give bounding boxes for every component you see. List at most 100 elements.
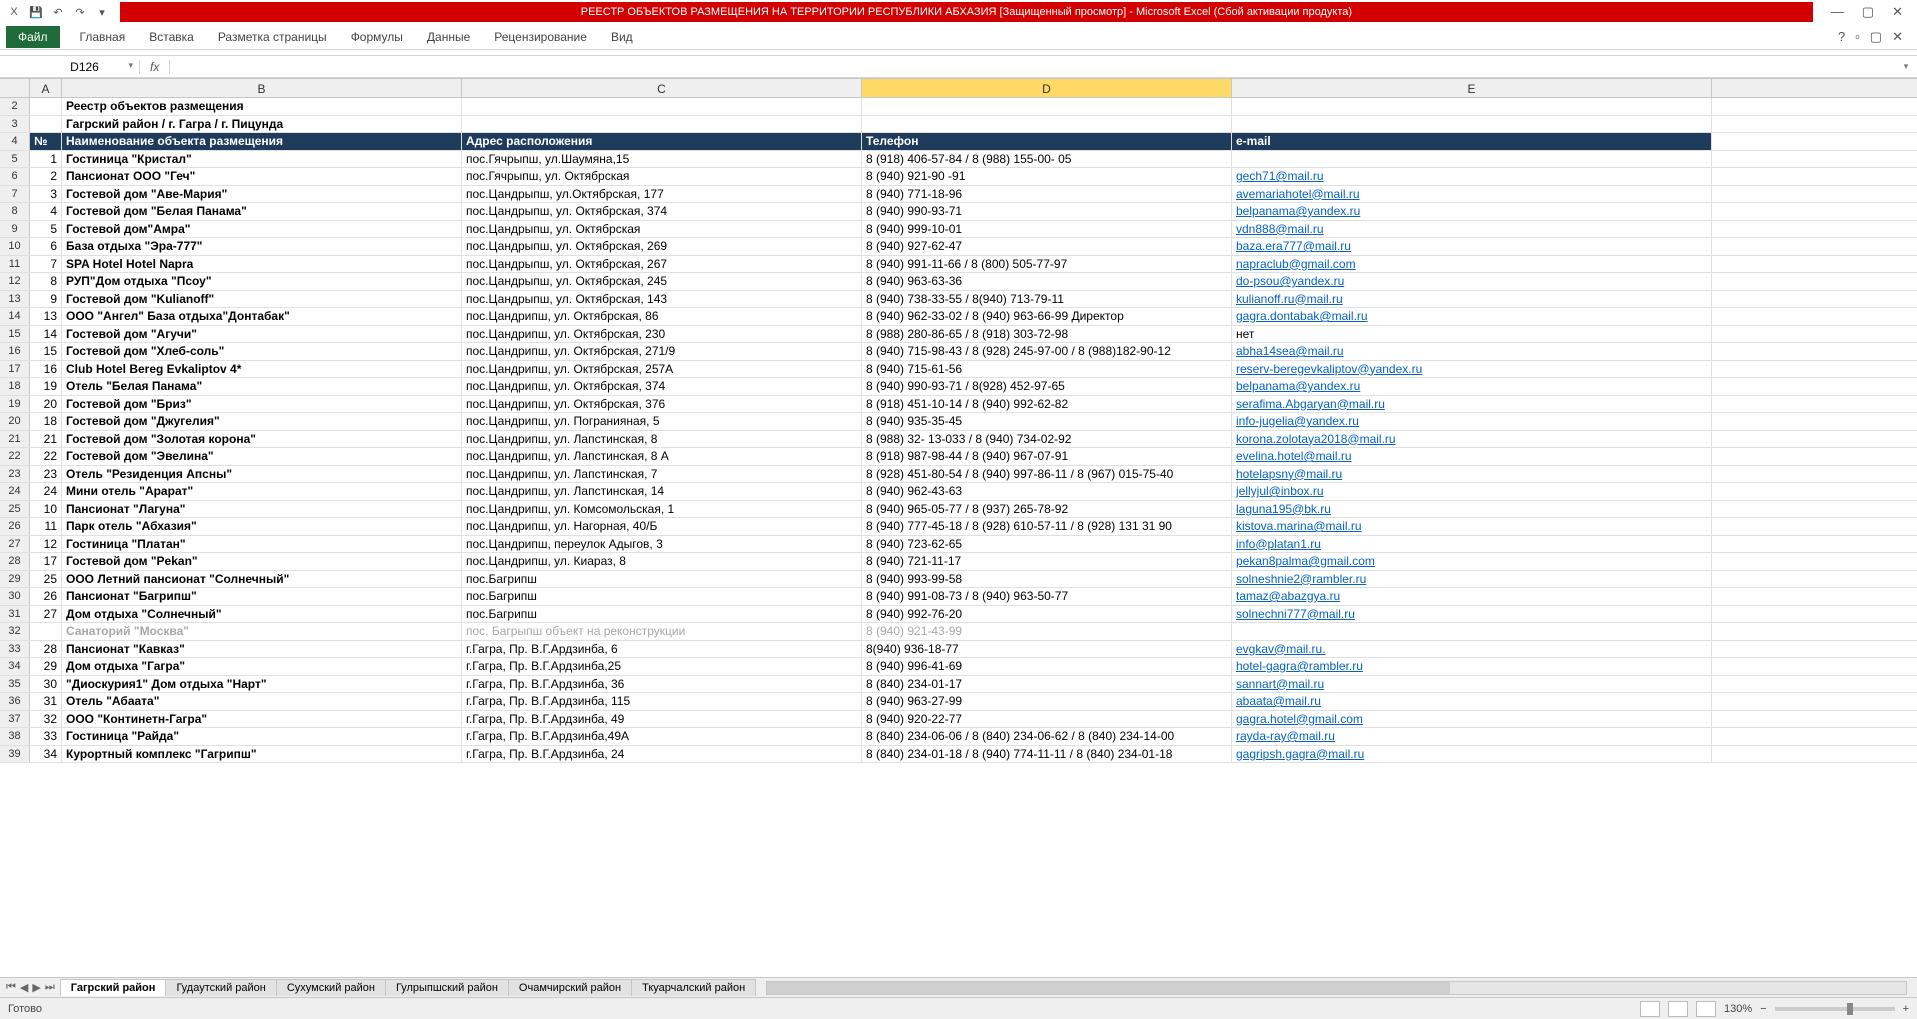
row-header[interactable]: 14 bbox=[0, 308, 30, 325]
row-header[interactable]: 35 bbox=[0, 676, 30, 693]
file-tab[interactable]: Файл bbox=[6, 26, 60, 48]
cell[interactable]: reserv-beregevkaliptov@yandex.ru bbox=[1232, 361, 1712, 378]
row-header[interactable]: 2 bbox=[0, 98, 30, 115]
cell[interactable]: г.Гагра, Пр. В.Г.Ардзинба,49А bbox=[462, 728, 862, 745]
cell[interactable]: korona.zolotaya2018@mail.ru bbox=[1232, 431, 1712, 448]
cell[interactable]: нет bbox=[1232, 326, 1712, 343]
cell[interactable]: info-jugelia@yandex.ru bbox=[1232, 413, 1712, 430]
cell[interactable]: 8 (940) 935-35-45 bbox=[862, 413, 1232, 430]
cell[interactable]: 8 (918) 451-10-14 / 8 (940) 992-62-82 bbox=[862, 396, 1232, 413]
ribbon-tab[interactable]: Рецензирование bbox=[482, 26, 599, 48]
cell[interactable]: Гостиница "Райда" bbox=[62, 728, 462, 745]
cell[interactable]: 8 (840) 234-06-06 / 8 (840) 234-06-62 / … bbox=[862, 728, 1232, 745]
row-header[interactable]: 28 bbox=[0, 553, 30, 570]
cell[interactable]: 8 (940) 777-45-18 / 8 (928) 610-57-11 / … bbox=[862, 518, 1232, 535]
sheet-nav-first[interactable]: ⏮ bbox=[6, 981, 16, 994]
ribbon-close-icon[interactable]: ✕ bbox=[1892, 29, 1903, 45]
cell[interactable]: 25 bbox=[30, 571, 62, 588]
cell[interactable]: Гостевой дом "Агучи" bbox=[62, 326, 462, 343]
qat-dropdown[interactable]: ▾ bbox=[94, 4, 110, 20]
cell[interactable]: 24 bbox=[30, 483, 62, 500]
cell[interactable]: пос.Багрипш bbox=[462, 606, 862, 623]
cell[interactable]: 8 (940) 715-98-43 / 8 (928) 245-97-00 / … bbox=[862, 343, 1232, 360]
cell[interactable] bbox=[30, 116, 62, 133]
cell[interactable]: jellyjul@inbox.ru bbox=[1232, 483, 1712, 500]
row-header[interactable]: 31 bbox=[0, 606, 30, 623]
cell[interactable]: 8 (940) 992-76-20 bbox=[862, 606, 1232, 623]
cell[interactable] bbox=[1232, 151, 1712, 168]
cell[interactable]: pekan8palma@gmail.com bbox=[1232, 553, 1712, 570]
cell[interactable]: 8 (940) 993-99-58 bbox=[862, 571, 1232, 588]
cell[interactable]: kulianoff.ru@mail.ru bbox=[1232, 291, 1712, 308]
cell[interactable]: 15 bbox=[30, 343, 62, 360]
cell[interactable]: База отдыха "Эра-777" bbox=[62, 238, 462, 255]
sheet-tab[interactable]: Ткуарчалский район bbox=[631, 979, 756, 996]
cell[interactable]: solnechni777@mail.ru bbox=[1232, 606, 1712, 623]
cell[interactable]: 16 bbox=[30, 361, 62, 378]
cell[interactable]: avemariahotel@mail.ru bbox=[1232, 186, 1712, 203]
cell[interactable]: пос.Цандрыпш, ул. Октябрская, 374 bbox=[462, 203, 862, 220]
cell[interactable]: пос.Гячрыпш, ул. Октябрская bbox=[462, 168, 862, 185]
row-header[interactable]: 25 bbox=[0, 501, 30, 518]
cell[interactable]: sannart@mail.ru bbox=[1232, 676, 1712, 693]
cell[interactable]: laguna195@bk.ru bbox=[1232, 501, 1712, 518]
cell[interactable]: пос.Цандрипш, ул. Лапстинская, 8 А bbox=[462, 448, 862, 465]
cell[interactable]: Адрес расположения bbox=[462, 133, 862, 150]
sheet-tab[interactable]: Сухумский район bbox=[276, 979, 386, 996]
cell[interactable]: пос.Гячрыпш, ул.Шаумяна,15 bbox=[462, 151, 862, 168]
cell[interactable]: 8 (940) 715-61-56 bbox=[862, 361, 1232, 378]
cell[interactable]: 8 (940) 990-93-71 bbox=[862, 203, 1232, 220]
row-header[interactable]: 23 bbox=[0, 466, 30, 483]
cell[interactable]: Гостевой дом "Джугелия" bbox=[62, 413, 462, 430]
cell[interactable]: пос.Цандрипш, ул. Киараз, 8 bbox=[462, 553, 862, 570]
cell[interactable] bbox=[462, 116, 862, 133]
cell[interactable]: 17 bbox=[30, 553, 62, 570]
cell[interactable]: 34 bbox=[30, 746, 62, 763]
row-header[interactable]: 39 bbox=[0, 746, 30, 763]
cell[interactable]: 8 (940) 965-05-77 / 8 (937) 265-78-92 bbox=[862, 501, 1232, 518]
row-header[interactable]: 5 bbox=[0, 151, 30, 168]
cell[interactable]: serafima.Abgaryan@mail.ru bbox=[1232, 396, 1712, 413]
row-header[interactable]: 9 bbox=[0, 221, 30, 238]
redo-icon[interactable]: ↷ bbox=[72, 4, 88, 20]
cell[interactable]: пос.Цандрипш, ул. Октябрская, 257А bbox=[462, 361, 862, 378]
cell[interactable]: 8 (918) 987-98-44 / 8 (940) 967-07-91 bbox=[862, 448, 1232, 465]
row-header[interactable]: 12 bbox=[0, 273, 30, 290]
maximize-icon[interactable]: ▢ bbox=[1862, 4, 1874, 20]
cell[interactable]: 8 (928) 451-80-54 / 8 (940) 997-86-11 / … bbox=[862, 466, 1232, 483]
row-header[interactable]: 7 bbox=[0, 186, 30, 203]
cell[interactable]: 23 bbox=[30, 466, 62, 483]
view-page-layout[interactable] bbox=[1668, 1001, 1688, 1017]
cell[interactable]: 8 (840) 234-01-18 / 8 (940) 774-11-11 / … bbox=[862, 746, 1232, 763]
cell[interactable]: пос.Цандрипш, ул. Октябрская, 374 bbox=[462, 378, 862, 395]
cell[interactable]: 18 bbox=[30, 413, 62, 430]
cell[interactable]: gagra.dontabak@mail.ru bbox=[1232, 308, 1712, 325]
minimize-icon[interactable]: — bbox=[1831, 4, 1844, 20]
cell[interactable]: gech71@mail.ru bbox=[1232, 168, 1712, 185]
cell[interactable] bbox=[862, 98, 1232, 115]
cell[interactable]: г.Гагра, Пр. В.Г.Ардзинба, 24 bbox=[462, 746, 862, 763]
cell[interactable]: 8 (940) 996-41-69 bbox=[862, 658, 1232, 675]
ribbon-tab[interactable]: Данные bbox=[415, 26, 482, 48]
row-header[interactable]: 33 bbox=[0, 641, 30, 658]
cell[interactable]: Дом отдыха "Солнечный" bbox=[62, 606, 462, 623]
cell[interactable]: abaata@mail.ru bbox=[1232, 693, 1712, 710]
cell[interactable]: 33 bbox=[30, 728, 62, 745]
view-page-break[interactable] bbox=[1696, 1001, 1716, 1017]
cell[interactable]: Парк отель "Абхазия" bbox=[62, 518, 462, 535]
cell[interactable]: belpanama@yandex.ru bbox=[1232, 203, 1712, 220]
ribbon-tab[interactable]: Главная bbox=[68, 26, 138, 48]
cell[interactable]: 8 (940) 927-62-47 bbox=[862, 238, 1232, 255]
cell[interactable]: napraclub@gmail.com bbox=[1232, 256, 1712, 273]
cell[interactable]: г.Гагра, Пр. В.Г.Ардзинба, 36 bbox=[462, 676, 862, 693]
row-header[interactable]: 38 bbox=[0, 728, 30, 745]
col-header-E[interactable]: E bbox=[1232, 79, 1712, 97]
cell[interactable]: пос.Багрипш bbox=[462, 571, 862, 588]
cell[interactable] bbox=[1232, 623, 1712, 640]
sheet-nav-next[interactable]: ▶ bbox=[32, 981, 40, 994]
view-normal[interactable] bbox=[1640, 1001, 1660, 1017]
sheet-nav-last[interactable]: ⏭ bbox=[45, 981, 55, 994]
cell[interactable]: Отель "Абаата" bbox=[62, 693, 462, 710]
cell[interactable]: Реестр объектов размещения bbox=[62, 98, 462, 115]
cell[interactable]: 8 (840) 234-01-17 bbox=[862, 676, 1232, 693]
